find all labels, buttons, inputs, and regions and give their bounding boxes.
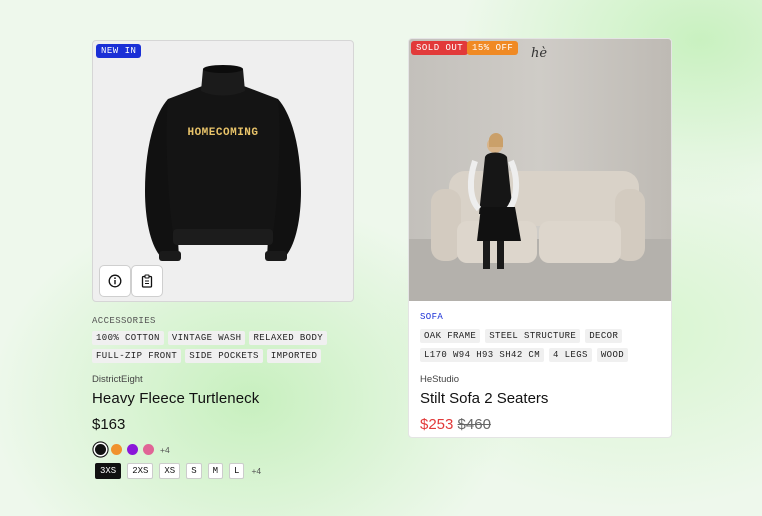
product-card-turtleneck[interactable]: NEW IN HOMECOMING ACCESSORIES 100% COTTO… [92,40,354,479]
size-option[interactable]: M [207,463,224,479]
product-category: ACCESSORIES [92,316,156,326]
badge-discount: 15% OFF [467,41,519,55]
price-group: $253 $460 [420,416,660,433]
product-tags: OAK FRAME STEEL STRUCTURE DECOR L170 W94… [420,329,660,362]
size-options: 3XS 2XS XS S M L +4 [95,463,354,479]
size-option[interactable]: 3XS [95,463,122,479]
turtleneck-image [145,65,301,261]
more-colors[interactable]: +4 [160,445,170,455]
product-brand: DistrictEight [92,374,143,385]
product-image[interactable]: SOLD OUT 15% OFF hè [409,39,671,301]
badge-new-in: NEW IN [96,44,142,58]
color-swatch-black[interactable] [95,444,106,455]
clipboard-button[interactable] [131,265,163,297]
tag: SIDE POCKETS [185,349,263,363]
badge-sold-out: SOLD OUT [411,41,469,55]
product-price: $163 [92,416,126,433]
sale-price: $253 [420,416,454,433]
tag: RELAXED BODY [249,331,328,345]
tag: 4 LEGS [549,348,592,362]
tag: 100% COTTON [92,331,164,345]
clipboard-icon [141,274,153,288]
product-card-sofa[interactable]: SOLD OUT 15% OFF hè SOFA OAK FRAME STEEL… [408,38,672,438]
product-image[interactable]: NEW IN HOMECOMING [92,40,354,302]
tag: WOOD [596,348,629,362]
color-swatch-pink[interactable] [143,444,154,455]
color-swatch-purple[interactable] [127,444,138,455]
product-title[interactable]: Heavy Fleece Turtleneck [92,390,354,407]
tag: IMPORTED [266,349,322,363]
size-option[interactable]: L [229,463,245,479]
tag: FULL-ZIP FRONT [92,349,182,363]
tag: L170 W94 H93 SH42 CM [420,348,545,362]
tag: OAK FRAME [420,329,481,343]
tag: STEEL STRUCTURE [485,329,581,343]
color-swatches: +4 [95,444,354,455]
size-option[interactable]: XS [159,463,181,479]
product-category: SOFA [420,312,444,322]
info-icon [108,274,122,288]
sofa-photo [409,39,671,301]
size-option[interactable]: S [186,463,202,479]
tag: VINTAGE WASH [167,331,246,345]
size-option[interactable]: 2XS [127,463,154,479]
original-price: $460 [457,416,491,433]
color-swatch-orange[interactable] [111,444,122,455]
brand-signature: hè [531,46,548,61]
product-brand: HeStudio [420,374,460,385]
info-button[interactable] [99,265,131,297]
tag: DECOR [585,329,623,343]
product-tags: 100% COTTON VINTAGE WASH RELAXED BODY FU… [92,331,342,363]
more-sizes[interactable]: +4 [251,466,261,476]
print-text: HOMECOMING [187,127,259,139]
product-title[interactable]: Stilt Sofa 2 Seaters [420,390,660,407]
